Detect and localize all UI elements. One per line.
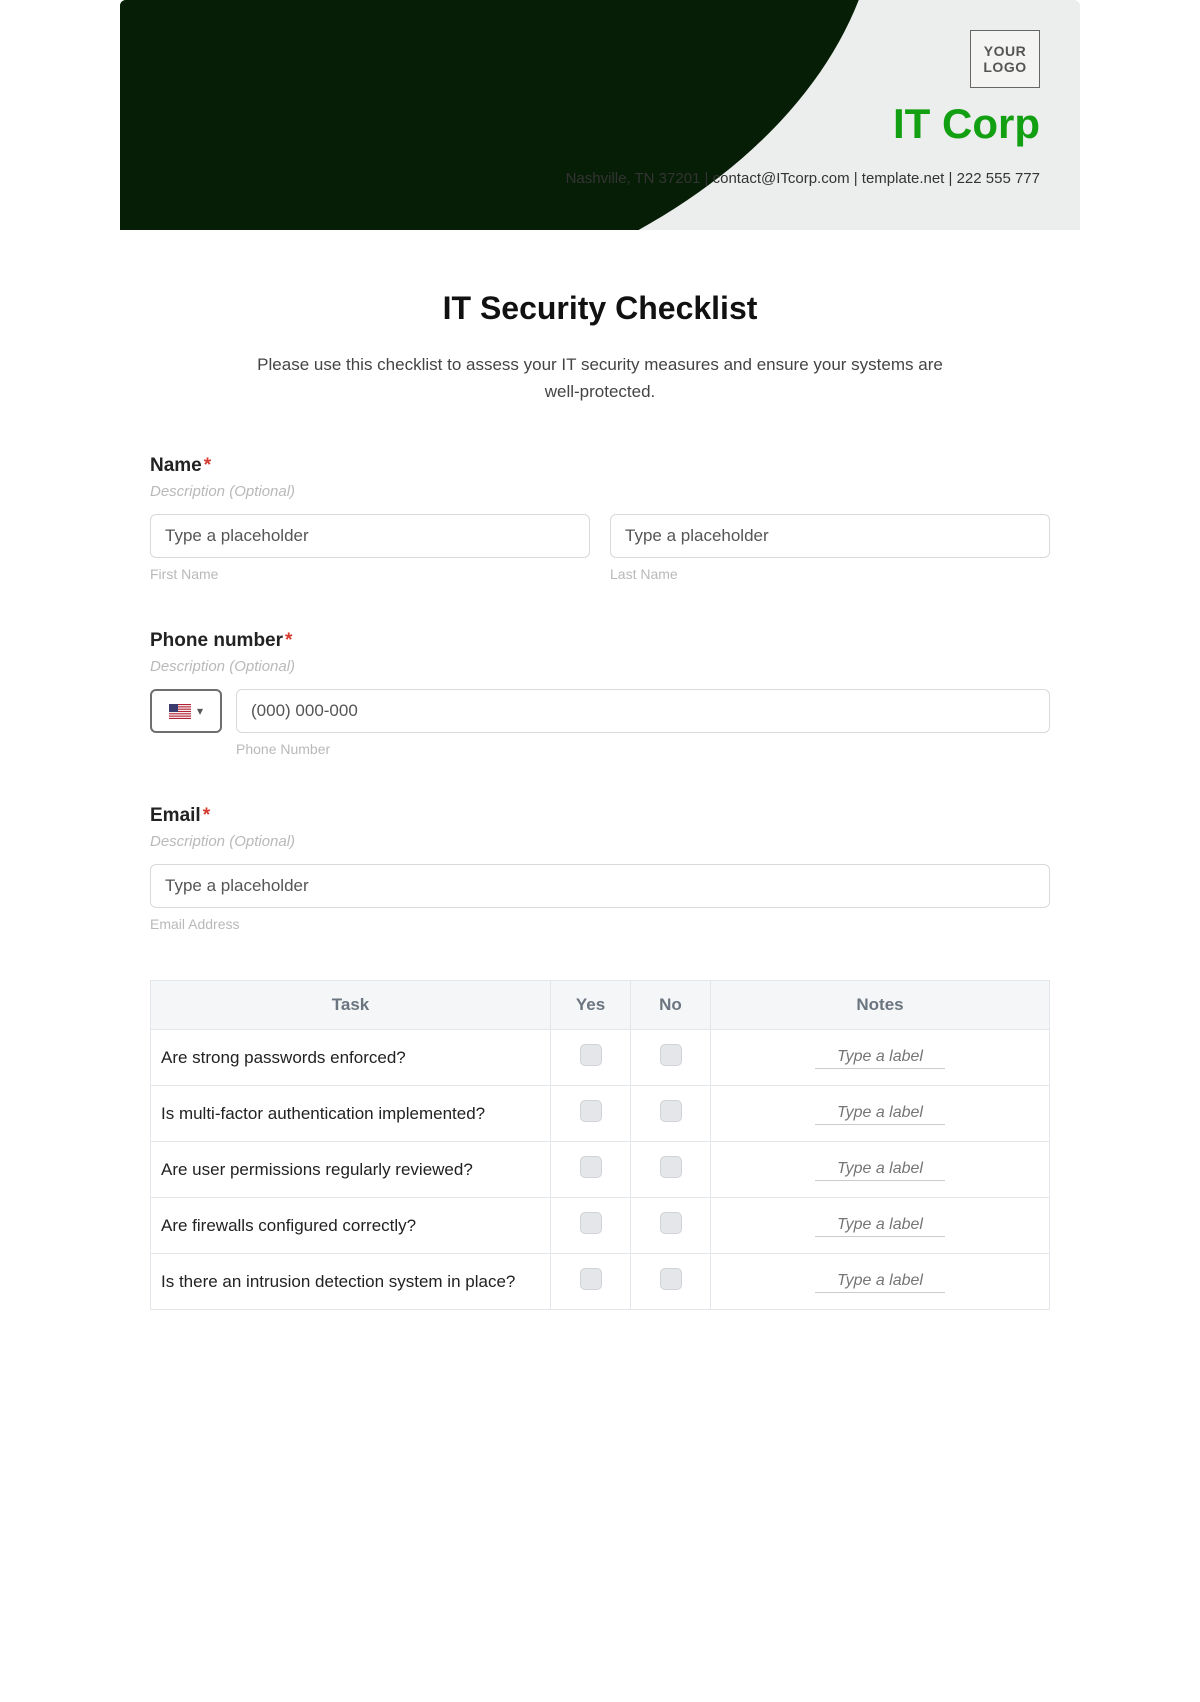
logo-text-line1: YOUR	[984, 43, 1026, 59]
required-asterisk: *	[204, 455, 211, 476]
phone-sublabel: Phone Number	[236, 741, 1050, 757]
last-name-sublabel: Last Name	[610, 566, 1050, 582]
checkbox-no[interactable]	[660, 1156, 682, 1178]
brand-name: IT Corp	[893, 100, 1040, 148]
phone-label-text: Phone number	[150, 630, 283, 651]
first-name-input[interactable]	[150, 514, 590, 558]
table-row: Are strong passwords enforced?	[151, 1030, 1050, 1086]
phone-number-input[interactable]	[236, 689, 1050, 733]
required-asterisk: *	[203, 805, 210, 826]
checkbox-no[interactable]	[660, 1212, 682, 1234]
col-notes: Notes	[711, 981, 1050, 1030]
name-label: Name*	[150, 455, 1050, 477]
chevron-down-icon: ▾	[197, 704, 203, 718]
checkbox-no[interactable]	[660, 1044, 682, 1066]
table-row: Are user permissions regularly reviewed?	[151, 1142, 1050, 1198]
checklist-table: Task Yes No Notes Are strong passwords e…	[150, 980, 1050, 1310]
email-label-text: Email	[150, 805, 201, 826]
task-cell: Is there an intrusion detection system i…	[151, 1254, 551, 1310]
us-flag-icon	[169, 704, 191, 719]
phone-field-group: Phone number* Description (Optional) ▾	[150, 630, 1050, 757]
logo-text-line2: LOGO	[983, 59, 1026, 75]
notes-input[interactable]	[815, 1158, 945, 1181]
checkbox-yes[interactable]	[580, 1044, 602, 1066]
task-cell: Are user permissions regularly reviewed?	[151, 1142, 551, 1198]
notes-input[interactable]	[815, 1046, 945, 1069]
name-field-group: Name* Description (Optional) First Name …	[150, 455, 1050, 582]
col-no: No	[631, 981, 711, 1030]
name-label-text: Name	[150, 455, 202, 476]
phone-label: Phone number*	[150, 630, 1050, 652]
header-swoosh-black	[120, 0, 880, 230]
notes-input[interactable]	[815, 1214, 945, 1237]
task-cell: Are firewalls configured correctly?	[151, 1198, 551, 1254]
intro-text: Please use this checklist to assess your…	[240, 351, 960, 405]
email-input[interactable]	[150, 864, 1050, 908]
last-name-input[interactable]	[610, 514, 1050, 558]
checkbox-yes[interactable]	[580, 1212, 602, 1234]
notes-input[interactable]	[815, 1270, 945, 1293]
country-code-select[interactable]: ▾	[150, 689, 222, 733]
col-task: Task	[151, 981, 551, 1030]
email-label: Email*	[150, 805, 1050, 827]
logo-placeholder: YOUR LOGO	[970, 30, 1040, 88]
checkbox-no[interactable]	[660, 1100, 682, 1122]
email-sublabel: Email Address	[150, 916, 1050, 932]
checkbox-yes[interactable]	[580, 1156, 602, 1178]
task-cell: Are strong passwords enforced?	[151, 1030, 551, 1086]
table-row: Is there an intrusion detection system i…	[151, 1254, 1050, 1310]
email-description: Description (Optional)	[150, 833, 1050, 850]
phone-description: Description (Optional)	[150, 658, 1050, 675]
table-row: Is multi-factor authentication implement…	[151, 1086, 1050, 1142]
checkbox-yes[interactable]	[580, 1100, 602, 1122]
table-row: Are firewalls configured correctly?	[151, 1198, 1050, 1254]
col-yes: Yes	[551, 981, 631, 1030]
task-cell: Is multi-factor authentication implement…	[151, 1086, 551, 1142]
page-title: IT Security Checklist	[150, 290, 1050, 327]
email-field-group: Email* Description (Optional) Email Addr…	[150, 805, 1050, 932]
document-header: YOUR LOGO IT Corp Nashville, TN 37201 | …	[120, 0, 1080, 230]
required-asterisk: *	[285, 630, 292, 651]
checkbox-no[interactable]	[660, 1268, 682, 1290]
notes-input[interactable]	[815, 1102, 945, 1125]
name-description: Description (Optional)	[150, 483, 1050, 500]
first-name-sublabel: First Name	[150, 566, 590, 582]
contact-info: Nashville, TN 37201 | contact@ITcorp.com…	[566, 170, 1040, 187]
checkbox-yes[interactable]	[580, 1268, 602, 1290]
